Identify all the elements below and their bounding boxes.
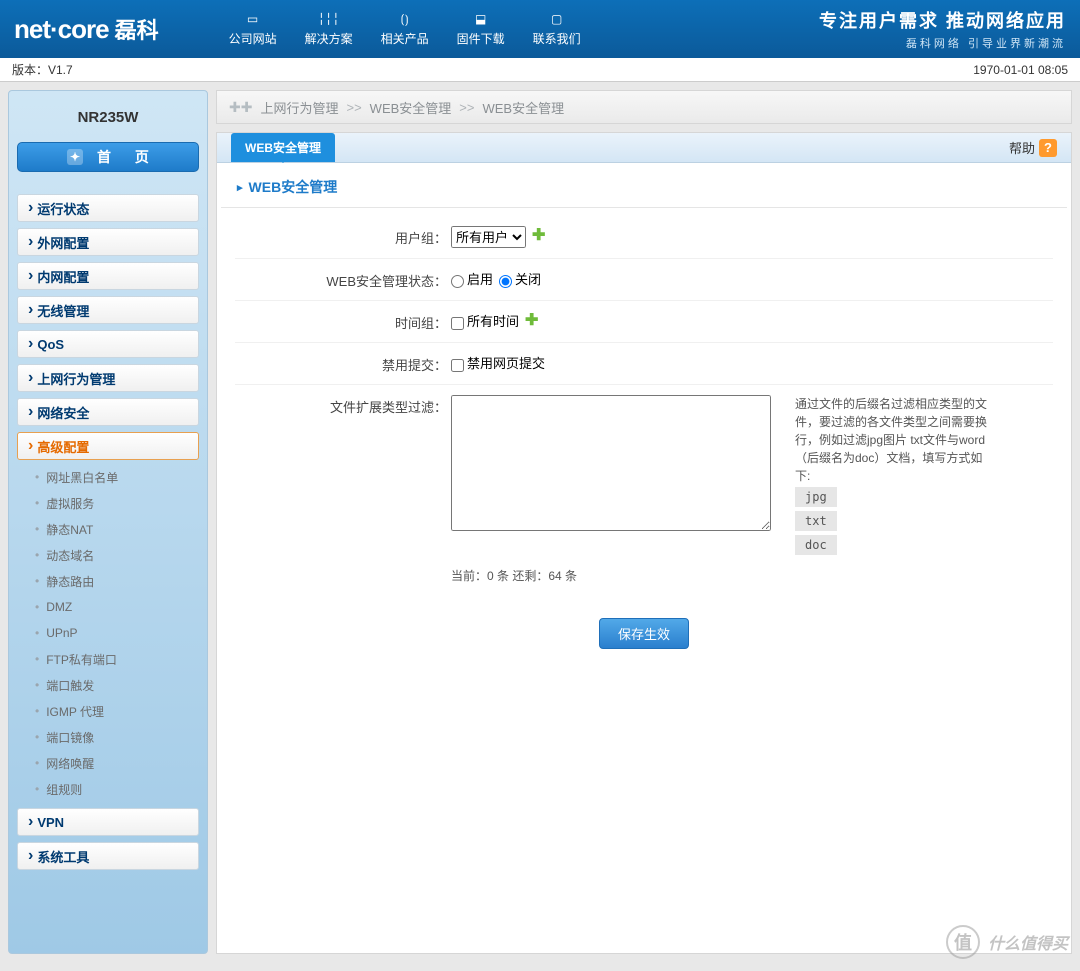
radio-enable[interactable] (451, 275, 464, 288)
tab-row: WEB安全管理 帮助 ? (217, 133, 1071, 163)
radio-disable[interactable] (499, 275, 512, 288)
sub-wol[interactable]: 网络唤醒 (17, 750, 199, 776)
breadcrumb-icon: ✚✚ (229, 99, 252, 116)
crumb-c: WEB安全管理 (482, 98, 564, 117)
sidebar-sublist: 网址黑白名单 虚拟服务 静态NAT 动态域名 静态路由 DMZ UPnP FTP… (17, 464, 199, 802)
sub-static-nat[interactable]: 静态NAT (17, 516, 199, 542)
watermark-icon: 值 (946, 925, 980, 959)
top-header: net·core 磊科 ▭公司网站 ╎╎╎解决方案 ⟮⟯相关产品 ⬓固件下载 ▢… (0, 0, 1080, 58)
lbl-disable-submit: 禁用提交： (235, 353, 451, 374)
header-tagline: 专注用户需求 推动网络应用 磊科网络 引导业界新潮流 (819, 7, 1066, 51)
sub-virtual-service[interactable]: 虚拟服务 (17, 490, 199, 516)
section-header: WEB安全管理 (221, 163, 1067, 208)
sidebar-item-status[interactable]: 运行状态 (17, 194, 199, 222)
watermark: 值 什么值得买 (946, 925, 1068, 959)
save-button[interactable]: 保存生效 (599, 618, 689, 649)
logo-text: net·core (14, 14, 109, 45)
sidebar-item-behavior[interactable]: 上网行为管理 (17, 364, 199, 392)
add-timegroup-icon[interactable]: ✚ (525, 315, 539, 329)
hint-tag: txt (795, 511, 837, 531)
nav-contact[interactable]: ▢联系我们 (533, 11, 581, 47)
tab-websecurity[interactable]: WEB安全管理 (231, 133, 335, 162)
logo-cn: 磊科 (115, 13, 159, 45)
content-panel: WEB安全管理 帮助 ? WEB安全管理 用户组： 所有用户 ✚ (216, 132, 1072, 954)
filter-hint: 通过文件的后缀名过滤相应类型的文件，要过滤的各文件类型之间需要换行，例如过滤jp… (795, 395, 989, 557)
disable-submit-checkbox[interactable] (451, 359, 464, 372)
sub-group-rule[interactable]: 组规则 (17, 776, 199, 802)
add-usergroup-icon[interactable]: ✚ (532, 230, 546, 244)
sub-static-route[interactable]: 静态路由 (17, 568, 199, 594)
chat-icon: ▢ (547, 11, 567, 27)
filter-counter: 当前：0 条 还剩：64 条 (451, 567, 577, 584)
sidebar-item-vpn[interactable]: VPN (17, 808, 199, 836)
sub-port-trigger[interactable]: 端口触发 (17, 672, 199, 698)
status-off-option[interactable]: 关闭 (499, 269, 541, 288)
crumb-b[interactable]: WEB安全管理 (370, 98, 452, 117)
sidebar-item-advanced[interactable]: 高级配置 (17, 432, 199, 460)
sub-ddns[interactable]: 动态域名 (17, 542, 199, 568)
sidebar-item-lan[interactable]: 内网配置 (17, 262, 199, 290)
status-on-option[interactable]: 启用 (451, 269, 493, 288)
breadcrumb: ✚✚ 上网行为管理 >> WEB安全管理 >> WEB安全管理 (216, 90, 1072, 124)
version-label: 版本：V1.7 (12, 61, 73, 78)
sub-igmp[interactable]: IGMP 代理 (17, 698, 199, 724)
antenna-icon: ⟮⟯ (395, 11, 415, 27)
nav-products[interactable]: ⟮⟯相关产品 (381, 11, 429, 47)
help-button[interactable]: 帮助 ? (1009, 138, 1057, 157)
sub-ftp-port[interactable]: FTP私有端口 (17, 646, 199, 672)
nav-solutions[interactable]: ╎╎╎解决方案 (305, 11, 353, 47)
datetime-label: 1970-01-01 08:05 (973, 63, 1068, 77)
sidebar-item-qos[interactable]: QoS (17, 330, 199, 358)
sidebar-item-wan[interactable]: 外网配置 (17, 228, 199, 256)
sidebar-item-security[interactable]: 网络安全 (17, 398, 199, 426)
help-icon: ? (1039, 139, 1057, 157)
usergroup-select[interactable]: 所有用户 (451, 226, 526, 248)
form: 用户组： 所有用户 ✚ WEB安全管理状态： 启用 关闭 时间组： (235, 216, 1053, 594)
nav-firmware[interactable]: ⬓固件下载 (457, 11, 505, 47)
crumb-a[interactable]: 上网行为管理 (260, 98, 338, 117)
logo: net·core 磊科 (14, 13, 159, 45)
lbl-timegroup: 时间组： (235, 311, 451, 332)
model-label: NR235W (17, 109, 199, 126)
sidebar-item-tools[interactable]: 系统工具 (17, 842, 199, 870)
sidebar-menu: 运行状态 外网配置 内网配置 无线管理 QoS 上网行为管理 网络安全 高级配置… (17, 194, 199, 870)
sliders-icon: ╎╎╎ (319, 11, 339, 27)
filter-textarea[interactable] (451, 395, 771, 531)
lbl-usergroup: 用户组： (235, 226, 451, 247)
home-button[interactable]: ✦ 首 页 (17, 142, 199, 172)
sub-upnp[interactable]: UPnP (17, 620, 199, 646)
lbl-status: WEB安全管理状态： (235, 269, 451, 290)
lbl-filter: 文件扩展类型过滤： (235, 395, 451, 416)
hint-tag: doc (795, 535, 837, 555)
download-icon: ⬓ (471, 11, 491, 27)
sub-port-mirror[interactable]: 端口镜像 (17, 724, 199, 750)
sub-url-list[interactable]: 网址黑白名单 (17, 464, 199, 490)
top-nav: ▭公司网站 ╎╎╎解决方案 ⟮⟯相关产品 ⬓固件下载 ▢联系我们 (229, 11, 581, 47)
timegroup-option[interactable]: 所有时间 (451, 311, 519, 330)
sub-bar: 版本：V1.7 1970-01-01 08:05 (0, 58, 1080, 82)
plus-icon: ✦ (67, 149, 83, 165)
sidebar-item-wireless[interactable]: 无线管理 (17, 296, 199, 324)
sub-dmz[interactable]: DMZ (17, 594, 199, 620)
timegroup-checkbox[interactable] (451, 317, 464, 330)
sidebar: NR235W ✦ 首 页 运行状态 外网配置 内网配置 无线管理 QoS 上网行… (8, 90, 208, 954)
nav-company[interactable]: ▭公司网站 (229, 11, 277, 47)
hint-tag: jpg (795, 487, 837, 507)
disable-submit-option[interactable]: 禁用网页提交 (451, 353, 545, 372)
main-area: ✚✚ 上网行为管理 >> WEB安全管理 >> WEB安全管理 WEB安全管理 … (216, 90, 1072, 954)
window-icon: ▭ (243, 11, 263, 27)
